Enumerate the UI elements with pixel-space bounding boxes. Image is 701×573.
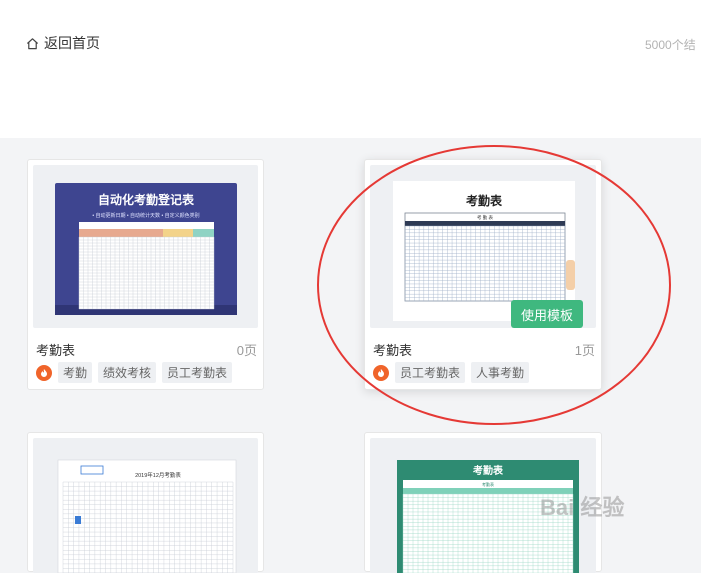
- thumb-inner-title: 考勤表: [482, 481, 494, 487]
- template-card-3[interactable]: 2019年12月考勤表: [27, 432, 264, 573]
- page-count: 1页: [574, 343, 595, 358]
- watermark-text: Bai 经验: [540, 495, 625, 520]
- tag[interactable]: 人事考勤: [471, 362, 530, 383]
- thumb-heading: 考勤表: [466, 193, 503, 208]
- thumb-sub: • 自动更新日期 • 自动统计天数 • 自定义颜色类别: [92, 212, 199, 219]
- thumbnail-image: 2019年12月考勤表: [57, 459, 237, 573]
- template-card-2[interactable]: 考勤表 考 勤 表 使用模板 考勤表 1页 员工考勤表 人事考勤: [364, 159, 602, 390]
- template-thumbnail[interactable]: 自动化考勤登记表 • 自动更新日期 • 自动统计天数 • 自定义颜色类别: [33, 165, 258, 328]
- use-template-button[interactable]: 使用模板: [511, 300, 583, 328]
- back-home-label: 返回首页: [44, 35, 100, 51]
- template-thumbnail[interactable]: 考勤表 考 勤 表 使用模板: [370, 165, 596, 328]
- thumb-heading: 自动化考勤登记表: [98, 192, 195, 207]
- template-thumbnail[interactable]: 2019年12月考勤表: [33, 438, 258, 573]
- back-home-link[interactable]: 返回首页: [26, 33, 100, 53]
- tag[interactable]: 员工考勤表: [395, 362, 466, 383]
- brand-flame-icon: [373, 364, 389, 381]
- page-count: 0页: [236, 343, 257, 358]
- brand-flame-icon: [36, 364, 52, 381]
- baidu-jingyan-watermark: Bai 经验: [540, 490, 624, 522]
- tag-list: 员工考勤表 人事考勤: [373, 362, 530, 383]
- template-title[interactable]: 考勤表: [36, 340, 75, 359]
- tag[interactable]: 绩效考核: [98, 362, 157, 383]
- template-title[interactable]: 考勤表: [373, 340, 412, 359]
- thumbnail-image: 自动化考勤登记表 • 自动更新日期 • 自动统计天数 • 自定义颜色类别: [55, 183, 237, 315]
- tag-list: 考勤 绩效考核 员工考勤表: [36, 362, 233, 383]
- tag[interactable]: 考勤: [58, 362, 93, 383]
- thumb-heading: 2019年12月考勤表: [135, 471, 181, 479]
- result-count: 5000个结: [645, 38, 696, 52]
- tag[interactable]: 员工考勤表: [162, 362, 233, 383]
- thumb-heading: 考勤表: [473, 464, 504, 477]
- top-bar: 返回首页 5000个结: [0, 0, 701, 138]
- home-icon: [26, 37, 39, 49]
- template-card-1[interactable]: 自动化考勤登记表 • 自动更新日期 • 自动统计天数 • 自定义颜色类别 考勤表…: [27, 159, 264, 390]
- thumb-inner-title: 考 勤 表: [477, 214, 494, 221]
